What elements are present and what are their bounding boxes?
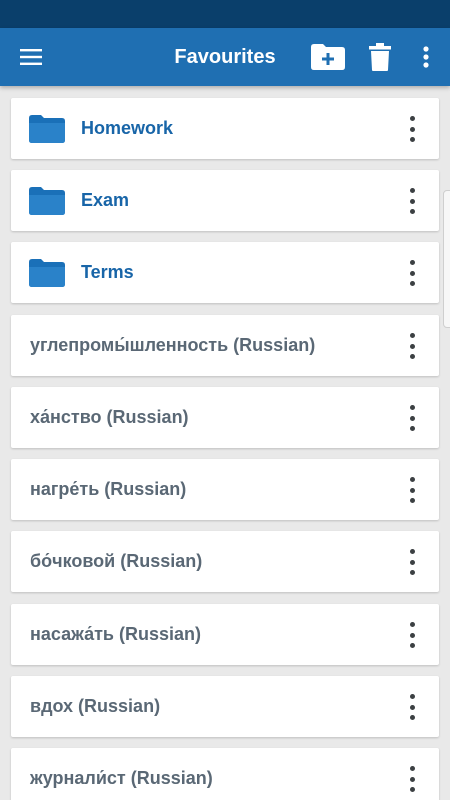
more-vertical-icon[interactable] <box>407 694 417 720</box>
folder-item-homework[interactable]: Homework <box>11 98 439 159</box>
status-bar <box>0 0 450 28</box>
overflow-menu-button[interactable] <box>412 28 440 86</box>
word-label: нагре́ть (Russian) <box>30 479 187 499</box>
word-label: журнали́ст (Russian) <box>30 768 213 788</box>
new-folder-button[interactable] <box>306 28 350 86</box>
more-vertical-icon[interactable] <box>407 622 417 648</box>
folder-label: Terms <box>81 262 134 282</box>
word-label: углепромы́шленность (Russian) <box>30 335 316 355</box>
more-vertical-icon[interactable] <box>407 477 417 503</box>
more-vertical-icon[interactable] <box>407 260 417 286</box>
delete-button[interactable] <box>364 28 396 86</box>
more-vertical-icon[interactable] <box>407 116 417 142</box>
more-vertical-icon[interactable] <box>407 549 417 575</box>
more-vertical-icon[interactable] <box>407 333 417 359</box>
more-vertical-icon[interactable] <box>407 766 417 792</box>
app-bar: Favourites <box>0 28 450 86</box>
word-item[interactable]: насажа́ть (Russian) <box>11 604 439 665</box>
folder-icon <box>29 259 65 287</box>
folder-icon <box>29 115 65 143</box>
word-label: ха́нство (Russian) <box>30 407 189 427</box>
trash-icon <box>369 43 391 71</box>
word-label: насажа́ть (Russian) <box>30 624 202 644</box>
more-vertical-icon <box>423 46 429 68</box>
folder-icon <box>29 187 65 215</box>
folder-label: Homework <box>81 118 174 138</box>
more-vertical-icon[interactable] <box>407 188 417 214</box>
word-item[interactable]: нагре́ть (Russian) <box>11 459 439 520</box>
favourites-list: Homework Exam Terms углепромы́шленность … <box>0 86 450 800</box>
folder-plus-icon <box>311 44 345 70</box>
folder-label: Exam <box>81 190 130 210</box>
folder-item-terms[interactable]: Terms <box>11 242 439 303</box>
more-vertical-icon[interactable] <box>407 405 417 431</box>
word-item[interactable]: ха́нство (Russian) <box>11 387 439 448</box>
folder-item-exam[interactable]: Exam <box>11 170 439 231</box>
word-item[interactable]: бо́чковой (Russian) <box>11 531 439 592</box>
word-label: вдох (Russian) <box>30 696 161 716</box>
word-item[interactable]: журнали́ст (Russian) <box>11 748 439 800</box>
word-item[interactable]: углепромы́шленность (Russian) <box>11 315 439 376</box>
word-label: бо́чковой (Russian) <box>30 551 203 571</box>
side-drawer-handle[interactable] <box>443 190 450 328</box>
word-item[interactable]: вдох (Russian) <box>11 676 439 737</box>
